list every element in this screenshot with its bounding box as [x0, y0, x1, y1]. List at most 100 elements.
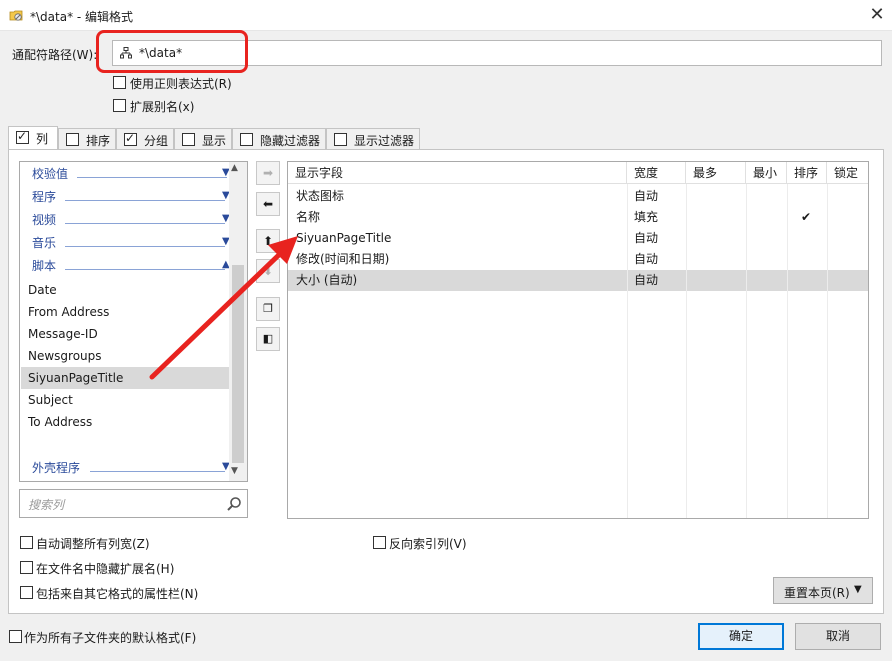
default-subfolders-checkbox[interactable]	[9, 630, 22, 643]
cell-field: 修改(时间和日期)	[296, 252, 390, 266]
divider	[65, 269, 225, 270]
tab-columns-checkbox[interactable]	[16, 129, 29, 144]
group-checksum[interactable]: 校验值 ▼	[32, 165, 232, 185]
header-min[interactable]: 最小	[746, 162, 787, 184]
header-width[interactable]: 宽度	[627, 162, 686, 184]
table-row[interactable]: 修改(时间和日期) 自动	[288, 249, 868, 270]
title-bar: *\data* - 编辑格式 ✕	[0, 0, 892, 31]
tab-group-label: 分组	[144, 134, 169, 148]
tab-show-filter-label: 显示过滤器	[354, 134, 415, 148]
group-label: 程序	[32, 190, 57, 204]
cell-width: 填充	[634, 210, 659, 224]
tab-display-checkbox[interactable]	[182, 133, 195, 146]
window-title: *\data* - 编辑格式	[30, 10, 134, 24]
sort-check-icon: ✔	[801, 210, 812, 224]
tab-hide-filter[interactable]: 隐藏过滤器	[232, 128, 326, 149]
tab-columns[interactable]: 列	[8, 126, 58, 149]
list-item[interactable]: From Address	[21, 301, 229, 323]
list-item[interactable]: Message-ID	[21, 323, 229, 345]
scroll-down-icon[interactable]: ▼	[231, 466, 238, 476]
divider	[90, 471, 225, 472]
table-row[interactable]: SiyuanPageTitle 自动	[288, 228, 868, 249]
available-columns-list[interactable]: 校验值 ▼ 程序 ▼ 视频 ▼ 音乐 ▼ 脚本 ▲ Date From Addr…	[19, 161, 248, 482]
path-value: *\data*	[139, 46, 183, 60]
hide-extension-label: 在文件名中隐藏扩展名(H)	[36, 562, 175, 576]
hide-extension-checkbox[interactable]	[20, 561, 33, 574]
header-lock[interactable]: 锁定	[827, 162, 868, 184]
path-input[interactable]: *\data*	[112, 40, 882, 66]
add-column-button[interactable]: ➡	[256, 161, 280, 185]
search-input[interactable]: 搜索列	[19, 489, 248, 518]
tree-icon	[120, 47, 132, 59]
regex-label: 使用正则表达式(R)	[130, 77, 232, 91]
remove-column-button[interactable]: ⬅	[256, 192, 280, 216]
scroll-up-icon[interactable]: ▲	[231, 163, 238, 173]
group-program[interactable]: 程序 ▼	[32, 188, 232, 208]
table-row[interactable]: 状态图标 自动	[288, 186, 868, 207]
divider	[65, 223, 225, 224]
regex-checkbox[interactable]	[113, 76, 126, 89]
reset-page-button[interactable]: 重置本页(R) ▼	[773, 577, 873, 604]
move-down-button[interactable]: ⬇	[256, 259, 280, 283]
display-columns-table[interactable]: 显示字段 宽度 最多 最小 排序 锁定 状态图标 自动 名称 填充 ✔ Siyu…	[287, 161, 869, 519]
list-item-selected[interactable]: SiyuanPageTitle	[21, 367, 229, 389]
header-field[interactable]: 显示字段	[288, 162, 627, 184]
cell-field: 大小 (自动)	[296, 273, 358, 287]
list-item[interactable]: Newsgroups	[21, 345, 229, 367]
close-icon[interactable]: ✕	[866, 4, 888, 26]
header-sort[interactable]: 排序	[787, 162, 827, 184]
search-icon[interactable]	[226, 496, 242, 512]
move-up-button[interactable]: ⬆	[256, 229, 280, 253]
table-row-selected[interactable]: 大小 (自动) 自动	[288, 270, 868, 291]
tab-show-filter-checkbox[interactable]	[334, 133, 347, 146]
list-item[interactable]: Date	[21, 279, 229, 301]
group-label: 校验值	[32, 167, 69, 181]
tab-display[interactable]: 显示	[174, 128, 232, 149]
group-script[interactable]: 脚本 ▲	[32, 257, 232, 277]
list-item[interactable]: Subject	[21, 389, 229, 411]
tab-group-checkbox[interactable]	[124, 131, 137, 146]
folder-format-icon	[9, 10, 23, 21]
list-item[interactable]: To Address	[21, 411, 229, 433]
cancel-button[interactable]: 取消	[795, 623, 881, 650]
reverse-index-checkbox[interactable]	[373, 536, 386, 549]
alias-checkbox[interactable]	[113, 99, 126, 112]
include-props-label: 包括来自其它格式的属性栏(N)	[36, 587, 199, 601]
search-placeholder: 搜索列	[28, 498, 65, 512]
tab-hide-filter-checkbox[interactable]	[240, 133, 253, 146]
group-video[interactable]: 视频 ▼	[32, 211, 232, 231]
insert-left-button[interactable]: ◧	[256, 327, 280, 351]
cell-field: 状态图标	[296, 189, 345, 203]
include-props-checkbox[interactable]	[20, 586, 33, 599]
group-label: 脚本	[32, 259, 57, 273]
group-shell[interactable]: 外壳程序 ▼	[32, 459, 232, 479]
tab-show-filter[interactable]: 显示过滤器	[326, 128, 420, 149]
group-music[interactable]: 音乐 ▼	[32, 234, 232, 254]
cell-width: 自动	[634, 189, 659, 203]
table-row[interactable]: 名称 填充 ✔	[288, 207, 868, 228]
default-subfolders-label: 作为所有子文件夹的默认格式(F)	[24, 631, 197, 645]
auto-fit-label: 自动调整所有列宽(Z)	[36, 537, 150, 551]
auto-fit-checkbox[interactable]	[20, 536, 33, 549]
path-label: 通配符路径(W):	[12, 48, 98, 62]
group-label: 音乐	[32, 236, 57, 250]
tab-hide-filter-label: 隐藏过滤器	[260, 134, 321, 148]
alias-label: 扩展别名(x)	[130, 100, 195, 114]
cell-field: SiyuanPageTitle	[296, 231, 392, 245]
tab-sort[interactable]: 排序	[58, 128, 116, 149]
column-divider	[627, 184, 628, 518]
header-max[interactable]: 最多	[686, 162, 746, 184]
cell-width: 自动	[634, 231, 659, 245]
scrollbar-thumb[interactable]	[232, 265, 244, 463]
tab-columns-label: 列	[36, 132, 49, 146]
tab-sort-checkbox[interactable]	[66, 133, 79, 146]
tab-group[interactable]: 分组	[116, 128, 174, 149]
reverse-index-label: 反向索引列(V)	[389, 537, 467, 551]
group-label: 外壳程序	[32, 461, 81, 475]
ok-button[interactable]: 确定	[698, 623, 784, 650]
divider	[77, 177, 227, 178]
copy-columns-button[interactable]: ❐	[256, 297, 280, 321]
column-divider	[787, 184, 788, 518]
cell-field: 名称	[296, 210, 321, 224]
tab-sort-label: 排序	[86, 134, 111, 148]
